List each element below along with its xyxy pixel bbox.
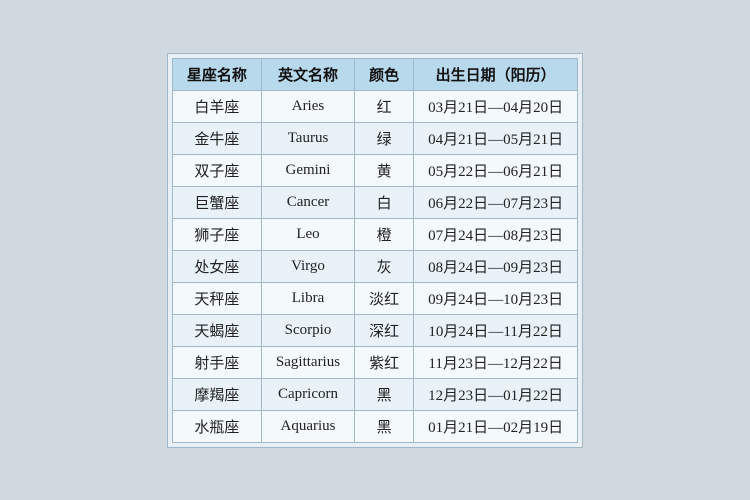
cell-color: 紫红 bbox=[355, 346, 414, 378]
cell-chinese-name: 水瓶座 bbox=[172, 410, 261, 442]
zodiac-table: 星座名称 英文名称 颜色 出生日期（阳历） 白羊座Aries红03月21日—04… bbox=[172, 58, 578, 443]
zodiac-table-wrapper: 星座名称 英文名称 颜色 出生日期（阳历） 白羊座Aries红03月21日—04… bbox=[167, 53, 583, 448]
cell-chinese-name: 巨蟹座 bbox=[172, 186, 261, 218]
table-row: 射手座Sagittarius紫红11月23日—12月22日 bbox=[172, 346, 577, 378]
cell-dates: 08月24日—09月23日 bbox=[414, 250, 578, 282]
cell-english-name: Aries bbox=[261, 90, 354, 122]
table-row: 天秤座Libra淡红09月24日—10月23日 bbox=[172, 282, 577, 314]
cell-color: 黄 bbox=[355, 154, 414, 186]
table-row: 天蝎座Scorpio深红10月24日—11月22日 bbox=[172, 314, 577, 346]
cell-color: 白 bbox=[355, 186, 414, 218]
cell-chinese-name: 狮子座 bbox=[172, 218, 261, 250]
cell-chinese-name: 摩羯座 bbox=[172, 378, 261, 410]
table-row: 水瓶座Aquarius黑01月21日—02月19日 bbox=[172, 410, 577, 442]
cell-english-name: Virgo bbox=[261, 250, 354, 282]
cell-color: 黑 bbox=[355, 378, 414, 410]
header-color: 颜色 bbox=[355, 58, 414, 90]
table-row: 处女座Virgo灰08月24日—09月23日 bbox=[172, 250, 577, 282]
cell-chinese-name: 天蝎座 bbox=[172, 314, 261, 346]
header-chinese-name: 星座名称 bbox=[172, 58, 261, 90]
table-row: 摩羯座Capricorn黑12月23日—01月22日 bbox=[172, 378, 577, 410]
cell-dates: 04月21日—05月21日 bbox=[414, 122, 578, 154]
cell-dates: 07月24日—08月23日 bbox=[414, 218, 578, 250]
cell-color: 灰 bbox=[355, 250, 414, 282]
cell-dates: 12月23日—01月22日 bbox=[414, 378, 578, 410]
table-header-row: 星座名称 英文名称 颜色 出生日期（阳历） bbox=[172, 58, 577, 90]
cell-dates: 03月21日—04月20日 bbox=[414, 90, 578, 122]
header-dates: 出生日期（阳历） bbox=[414, 58, 578, 90]
cell-dates: 10月24日—11月22日 bbox=[414, 314, 578, 346]
header-english-name: 英文名称 bbox=[261, 58, 354, 90]
cell-english-name: Libra bbox=[261, 282, 354, 314]
table-row: 金牛座Taurus绿04月21日—05月21日 bbox=[172, 122, 577, 154]
cell-color: 深红 bbox=[355, 314, 414, 346]
cell-dates: 05月22日—06月21日 bbox=[414, 154, 578, 186]
cell-color: 淡红 bbox=[355, 282, 414, 314]
cell-color: 橙 bbox=[355, 218, 414, 250]
cell-english-name: Scorpio bbox=[261, 314, 354, 346]
cell-english-name: Leo bbox=[261, 218, 354, 250]
cell-english-name: Aquarius bbox=[261, 410, 354, 442]
cell-chinese-name: 白羊座 bbox=[172, 90, 261, 122]
table-row: 白羊座Aries红03月21日—04月20日 bbox=[172, 90, 577, 122]
cell-color: 红 bbox=[355, 90, 414, 122]
table-row: 双子座Gemini黄05月22日—06月21日 bbox=[172, 154, 577, 186]
table-row: 巨蟹座Cancer白06月22日—07月23日 bbox=[172, 186, 577, 218]
cell-color: 绿 bbox=[355, 122, 414, 154]
table-row: 狮子座Leo橙07月24日—08月23日 bbox=[172, 218, 577, 250]
cell-english-name: Sagittarius bbox=[261, 346, 354, 378]
cell-dates: 11月23日—12月22日 bbox=[414, 346, 578, 378]
cell-chinese-name: 天秤座 bbox=[172, 282, 261, 314]
cell-color: 黑 bbox=[355, 410, 414, 442]
cell-dates: 01月21日—02月19日 bbox=[414, 410, 578, 442]
cell-chinese-name: 金牛座 bbox=[172, 122, 261, 154]
cell-chinese-name: 射手座 bbox=[172, 346, 261, 378]
cell-english-name: Gemini bbox=[261, 154, 354, 186]
cell-chinese-name: 双子座 bbox=[172, 154, 261, 186]
cell-chinese-name: 处女座 bbox=[172, 250, 261, 282]
cell-english-name: Capricorn bbox=[261, 378, 354, 410]
table-body: 白羊座Aries红03月21日—04月20日金牛座Taurus绿04月21日—0… bbox=[172, 90, 577, 442]
cell-dates: 09月24日—10月23日 bbox=[414, 282, 578, 314]
cell-dates: 06月22日—07月23日 bbox=[414, 186, 578, 218]
cell-english-name: Cancer bbox=[261, 186, 354, 218]
cell-english-name: Taurus bbox=[261, 122, 354, 154]
